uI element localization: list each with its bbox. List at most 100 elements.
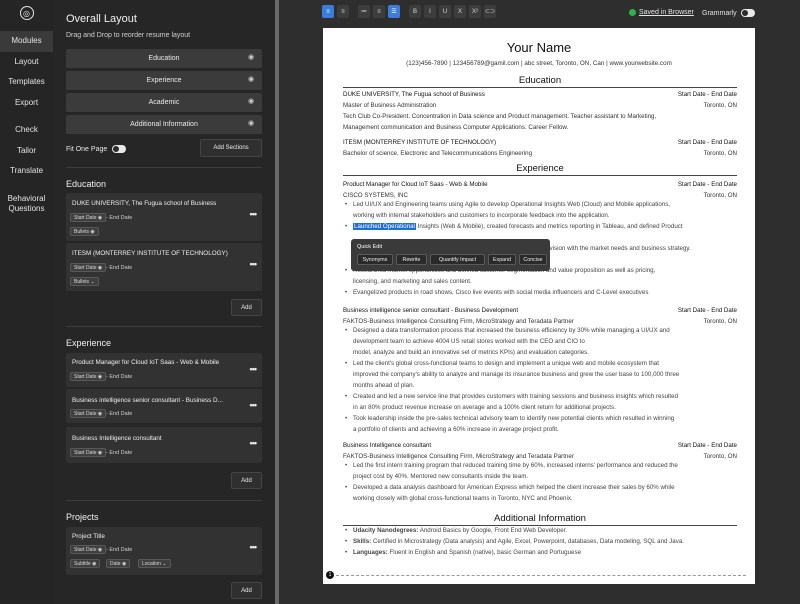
job-title[interactable]: Business Intelligence consultant Start Da…	[343, 442, 737, 449]
job-company[interactable]: FAKTOS-Business Intelligence Consulting …	[343, 453, 737, 460]
more-options-icon[interactable]: •••	[250, 209, 258, 219]
job-bullet-continued[interactable]: licensing, and marketing and sales conte…	[343, 277, 737, 288]
layout-row-education[interactable]: Education ◉	[66, 49, 262, 68]
rail-item-templates[interactable]: Templates	[0, 72, 53, 93]
job-bullet-continued[interactable]: a portfolio of clients and achieving a 6…	[343, 425, 737, 436]
edu-degree[interactable]: Bachelor of science, Electronic and Tele…	[343, 150, 737, 157]
superscript-button[interactable]: X²	[469, 5, 481, 18]
edu-org[interactable]: ITESM (MONTERREY INSTITUTE OF TECHNOLOGY…	[343, 139, 737, 146]
start-date-pill[interactable]: Start Date ◉	[70, 372, 107, 381]
resume-education-heading[interactable]: Education	[343, 75, 737, 88]
more-options-icon[interactable]: •••	[250, 364, 258, 374]
rail-item-translate[interactable]: Translate	[0, 161, 53, 182]
selected-text[interactable]: Launched Operational	[353, 223, 416, 230]
eye-icon[interactable]: ◉	[248, 120, 256, 128]
unordered-list-button[interactable]: ≡	[373, 5, 385, 18]
quantify-impact-button[interactable]: Quantify Impact	[430, 254, 485, 265]
eye-icon[interactable]: ◉	[248, 98, 256, 106]
education-card[interactable]: ITESM (MONTERREY INSTITUTE OF TECHNOLOGY…	[66, 243, 262, 291]
bullet-list-button[interactable]: ☰	[388, 5, 400, 18]
ordered-list-button[interactable]: ≔	[358, 5, 370, 18]
date-pill[interactable]: Date ◉	[106, 559, 131, 568]
synonyms-button[interactable]: Synonyms	[357, 254, 393, 265]
job-bullet[interactable]: • Led the first intern training program t…	[343, 461, 737, 472]
subtitle-pill[interactable]: Subtitle ◉	[70, 559, 101, 568]
more-options-icon[interactable]: •••	[250, 259, 258, 269]
more-options-icon[interactable]: •••	[250, 542, 258, 552]
job-bullet-continued[interactable]: project cost by 40%. Mentored new consul…	[343, 472, 737, 483]
rewrite-button[interactable]: Rewrite	[396, 254, 427, 265]
job-bullet[interactable]: • Launched Operational Insights (Web & Mo…	[343, 222, 737, 233]
more-options-icon[interactable]: •••	[250, 400, 258, 410]
rail-item-check[interactable]: Check	[0, 120, 53, 141]
resume-experience-heading[interactable]: Experience	[343, 163, 737, 176]
resume-contact[interactable]: (123)456-7890 | 123456789@gamil.com | ab…	[323, 60, 755, 67]
job-bullet[interactable]: • Evangelized products in road shows, Cis…	[343, 288, 737, 299]
align-left-button[interactable]: ≡	[322, 5, 334, 18]
rail-item-behavioral-questions[interactable]: Behavioral Questions	[0, 189, 53, 219]
fit-one-page-toggle[interactable]	[112, 145, 127, 153]
add-experience-button[interactable]: Add	[231, 472, 262, 489]
grammarly-switch[interactable]: Grammarly	[702, 9, 755, 17]
experience-card[interactable]: Business intelligence senior consultant …	[66, 389, 262, 423]
start-date-pill[interactable]: Start Date ◉	[70, 263, 107, 272]
start-date-pill[interactable]: Start Date ◉	[70, 545, 107, 554]
job-bullet[interactable]: • Led the client's global cross-functiona…	[343, 359, 737, 370]
job-bullet-continued[interactable]: model, analyze and build an innovative s…	[343, 348, 737, 359]
job-bullet-continued[interactable]: working with internal stakeholders and c…	[343, 211, 737, 222]
experience-card[interactable]: Business Intelligence consultant Start D…	[66, 427, 262, 463]
concise-button[interactable]: Concise	[519, 254, 547, 265]
app-logo[interactable]: ◎	[0, 0, 53, 26]
resume-name[interactable]: Your Name	[323, 40, 755, 55]
bold-button[interactable]: B	[409, 5, 421, 18]
job-bullet[interactable]: • Led UI/UX and Engineering teams using A…	[343, 200, 737, 211]
more-options-icon[interactable]: •••	[250, 438, 258, 448]
start-date-pill[interactable]: Start Date ◉	[70, 409, 107, 418]
underline-button[interactable]: U	[439, 5, 451, 18]
job-bullet[interactable]: • Took leadership inside the pre-sales te…	[343, 414, 737, 425]
job-company[interactable]: FAKTOS-Business Intelligence Consulting …	[343, 318, 737, 325]
edu-degree[interactable]: Master of Business Administration Toronto…	[343, 102, 737, 109]
resume-page[interactable]: Your Name (123)456-7890 | 123456789@gami…	[323, 28, 755, 584]
start-date-pill[interactable]: Start Date ◉	[70, 448, 107, 457]
start-date-pill[interactable]: Start Date ◉	[70, 213, 107, 222]
eye-icon[interactable]: ◉	[248, 76, 256, 84]
edu-org[interactable]: DUKE UNIVERSITY, The Fugua school of Bus…	[343, 91, 737, 98]
rail-item-export[interactable]: Export	[0, 93, 53, 114]
experience-card[interactable]: Product Manager for Cloud IoT Saas - Web…	[66, 353, 262, 387]
layout-row-additional-information[interactable]: Additional Information ◉	[66, 115, 262, 134]
rail-item-layout[interactable]: Layout	[0, 52, 53, 73]
job-company[interactable]: CISCO SYSTEMS, INC Toronto, ON	[343, 192, 737, 199]
job-bullet-continued[interactable]: improved the company's ability to analyz…	[343, 370, 737, 381]
resume-additional-heading[interactable]: Additional Information	[343, 513, 737, 526]
layout-row-experience[interactable]: Experience ◉	[66, 71, 262, 90]
location-pill[interactable]: Location ⌄	[138, 559, 171, 568]
additional-item[interactable]: • Languages: Fluent in English and Spanis…	[343, 548, 737, 559]
job-title[interactable]: Business intelligence senior consultant …	[343, 307, 737, 314]
add-project-button[interactable]: Add	[231, 582, 262, 599]
bullets-pill[interactable]: Bullets ◉	[70, 227, 99, 236]
job-bullet-continued[interactable]: working closely with global cross-functi…	[343, 494, 737, 505]
eye-icon[interactable]: ◉	[248, 54, 256, 62]
additional-item[interactable]: • Udacity Nanodegrees: Android Basics by …	[343, 526, 737, 537]
job-title[interactable]: Product Manager for Cloud IoT Saas - Web…	[343, 181, 737, 188]
job-bullet-continued[interactable]: months ahead of plan.	[343, 381, 737, 392]
bullets-pill[interactable]: Bullets ⌄	[70, 277, 99, 286]
job-bullet-continued[interactable]: ct vision with the market needs and busi…	[543, 244, 737, 255]
job-bullet-continued[interactable]: development team to achieve 4004 US reta…	[343, 337, 737, 348]
link-button[interactable]: ⊂⊃	[484, 5, 496, 18]
add-education-button[interactable]: Add	[231, 299, 262, 316]
align-center-button[interactable]: ≡	[337, 5, 349, 18]
layout-row-academic[interactable]: Academic ◉	[66, 93, 262, 112]
edu-note[interactable]: Management communication and Business Co…	[343, 124, 737, 131]
grammarly-toggle[interactable]	[740, 9, 755, 17]
saved-status[interactable]: Saved in Browser	[629, 9, 694, 16]
job-bullet[interactable]: • Developed a data analysis dashboard for…	[343, 483, 737, 494]
additional-item[interactable]: • Skills: Certified in Microstrategy (Dat…	[343, 537, 737, 548]
strikethrough-button[interactable]: X	[454, 5, 466, 18]
project-card[interactable]: Project Title Start Date ◉ - End Date Su…	[66, 527, 262, 575]
rail-item-tailor[interactable]: Tailor	[0, 141, 53, 162]
expand-button[interactable]: Expand	[488, 254, 516, 265]
add-sections-button[interactable]: Add Sections	[200, 139, 262, 157]
italic-button[interactable]: I	[424, 5, 436, 18]
